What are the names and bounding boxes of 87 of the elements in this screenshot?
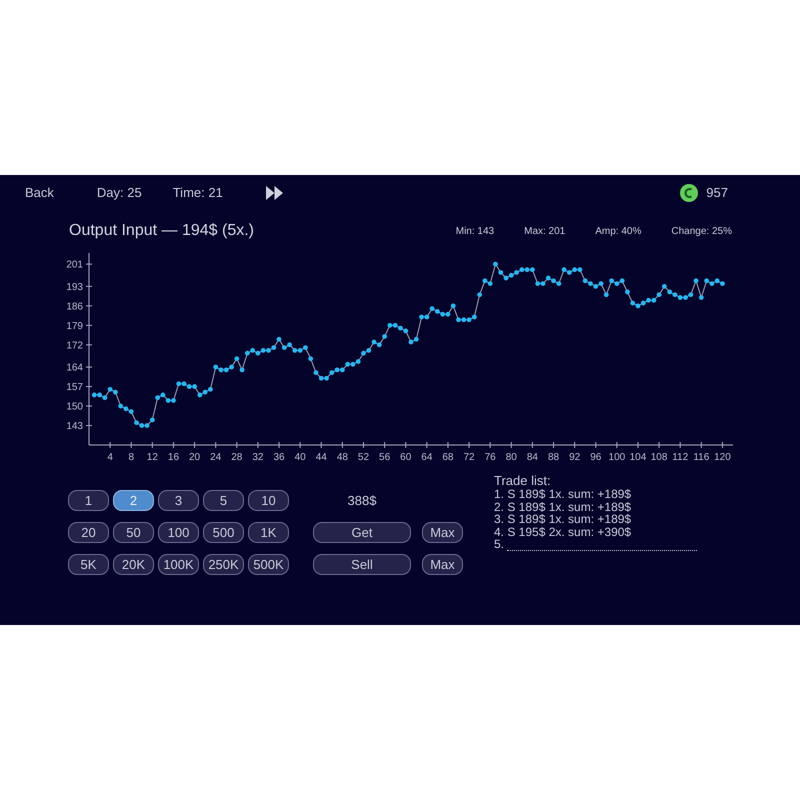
- axis-label: 120: [714, 452, 731, 463]
- axis-label: 24: [210, 452, 222, 463]
- axis-label: 8: [128, 452, 134, 463]
- amount-button[interactable]: 100K: [158, 554, 199, 575]
- back-link[interactable]: Back: [25, 183, 54, 203]
- axis-label: 143: [66, 421, 83, 432]
- axis-label: 150: [66, 402, 83, 413]
- axis-label: 164: [66, 362, 83, 374]
- axis-label: 68: [442, 452, 454, 463]
- data-point: [493, 262, 498, 267]
- amount-button[interactable]: 1K: [248, 522, 289, 543]
- amount-button[interactable]: 1: [68, 490, 109, 511]
- trade-entry: 3. S 189$ 1x. sum: +189$: [494, 513, 632, 526]
- axis-label: 64: [421, 452, 432, 463]
- data-point: [450, 303, 456, 308]
- axis-label: 56: [379, 452, 390, 463]
- amount-button[interactable]: 500: [203, 522, 244, 543]
- data-point: [276, 336, 282, 342]
- data-point: [694, 278, 698, 284]
- axis-label: 60: [400, 452, 412, 463]
- trade-entry: 2. S 189$ 1x. sum: +189$: [494, 500, 632, 513]
- stat-label: Amp: 40%: [595, 224, 642, 238]
- coin-count: 957: [706, 184, 728, 202]
- axis-label: 76: [484, 452, 496, 463]
- axis-label: 32: [252, 452, 264, 463]
- axis-label: 100: [608, 452, 626, 463]
- data-point: [477, 292, 482, 298]
- coin-icon: [680, 184, 698, 202]
- axis-label: 92: [569, 452, 580, 463]
- amount-button[interactable]: 500K: [248, 554, 289, 575]
- chart-title: Output Input — 194$ (5x.): [69, 221, 254, 241]
- axis-label: 112: [672, 452, 688, 463]
- data-point: [234, 356, 240, 362]
- time-label: Time: 21: [172, 184, 223, 202]
- axis-label: 44: [316, 452, 327, 463]
- max-button[interactable]: Max: [422, 522, 463, 543]
- action-button[interactable]: Sell: [313, 554, 411, 575]
- trade-entry: 4. S 195$ 2x. sum: +390$: [494, 526, 632, 538]
- axis-label: 48: [336, 452, 348, 463]
- day-label: Day: 25: [96, 184, 142, 202]
- stat-label: Max: 201: [524, 224, 566, 238]
- axis-label: 172: [66, 340, 83, 352]
- axis-label: 16: [168, 452, 180, 463]
- axis-label: 157: [66, 382, 83, 394]
- axis-label: 201: [66, 260, 83, 271]
- axis-label: 12: [146, 452, 158, 463]
- axis-label: 179: [66, 320, 83, 332]
- data-point: [240, 367, 244, 372]
- axis-label: 72: [464, 452, 475, 463]
- axis-label: 186: [66, 301, 83, 312]
- axis-label: 36: [273, 452, 285, 463]
- data-point: [625, 290, 630, 294]
- action-button[interactable]: Get: [313, 522, 411, 543]
- axis-label: 20: [189, 452, 200, 463]
- axis-label: 84: [526, 452, 538, 463]
- max-button[interactable]: Max: [422, 554, 463, 575]
- amount-button[interactable]: 20: [68, 522, 109, 543]
- trade-list-title: Trade list:: [494, 473, 552, 488]
- amount-button[interactable]: 100: [158, 522, 199, 543]
- axis-label: 4: [107, 452, 113, 463]
- axis-label: 96: [590, 452, 602, 463]
- axis-label: 104: [630, 452, 646, 463]
- amount-button[interactable]: 3: [158, 490, 199, 511]
- axis-label: 40: [294, 452, 306, 463]
- amount-button[interactable]: 5: [203, 490, 244, 511]
- amount-button[interactable]: 50: [113, 522, 154, 543]
- fast-forward-icon[interactable]: [266, 186, 283, 200]
- axis-label: 193: [66, 282, 83, 293]
- axis-label: 108: [650, 452, 668, 463]
- data-point: [604, 292, 609, 298]
- amount-button[interactable]: 5K: [68, 554, 109, 575]
- axis-label: 116: [693, 452, 710, 463]
- price-label: 388$: [346, 492, 378, 510]
- data-point: [698, 295, 704, 300]
- axis-label: 52: [358, 452, 370, 463]
- data-point: [382, 334, 387, 339]
- stat-label: Min: 143: [456, 224, 494, 238]
- amount-button[interactable]: 250K: [203, 554, 244, 575]
- amount-button[interactable]: 20K: [113, 554, 154, 575]
- stat-label: Change: 25%: [671, 224, 732, 238]
- axis-label: 88: [548, 452, 560, 463]
- data-point: [308, 356, 314, 362]
- axis-label: 80: [506, 452, 517, 463]
- amount-button[interactable]: 10: [248, 490, 289, 511]
- axis-label: 28: [231, 452, 242, 463]
- trade-entry-number: 5.: [494, 538, 504, 550]
- trade-entry: 1. S 189$ 1x. sum: +189$: [494, 488, 632, 500]
